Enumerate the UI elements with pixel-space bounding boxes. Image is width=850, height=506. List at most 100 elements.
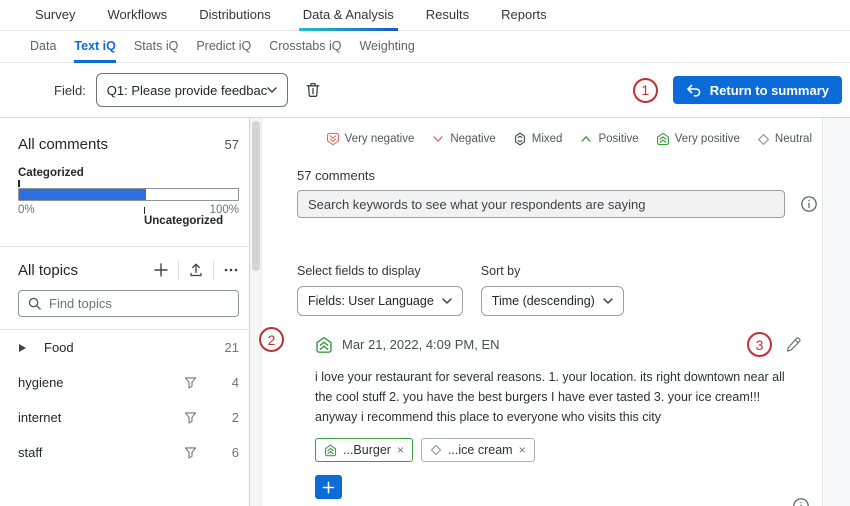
legend-positive: Positive: [579, 132, 638, 146]
edit-pencil-icon[interactable]: [785, 336, 802, 353]
chevron-down-icon: [442, 298, 452, 304]
legend-negative: Negative: [431, 132, 495, 146]
topic-row-hygiene[interactable]: hygiene 4: [0, 365, 249, 400]
tag-burger[interactable]: ...Burger ×: [315, 438, 413, 462]
tag-label: ...Burger: [343, 443, 391, 457]
nav-tab-distributions[interactable]: Distributions: [199, 0, 271, 31]
topic-name: internet: [18, 410, 183, 425]
topics-more-options-button[interactable]: [223, 262, 239, 278]
find-topics-input[interactable]: [49, 296, 230, 311]
legend-label: Positive: [598, 133, 638, 145]
subnav-tab-data[interactable]: Data: [30, 30, 56, 63]
sort-filter: Sort by Time (descending): [481, 264, 624, 316]
uncategorized-tick: [144, 207, 146, 214]
nav-tab-data-analysis[interactable]: Data & Analysis: [303, 0, 394, 31]
legend-mixed: Mixed: [513, 132, 563, 146]
topic-name: hygiene: [18, 375, 183, 390]
nav-tab-workflows[interactable]: Workflows: [107, 0, 167, 31]
icon-separator: [178, 261, 179, 279]
fields-dropdown-value: Fields: User Language: [308, 294, 434, 308]
trash-icon: [304, 81, 322, 99]
chevron-down-icon: [267, 87, 277, 93]
remove-tag-icon[interactable]: ×: [519, 443, 526, 457]
legend-neutral: Neutral: [757, 133, 812, 146]
neutral-icon: [757, 133, 770, 146]
sort-dropdown[interactable]: Time (descending): [481, 286, 624, 316]
topic-row-internet[interactable]: internet 2: [0, 400, 249, 435]
topic-count: 6: [217, 445, 239, 460]
return-button-label: Return to summary: [710, 83, 829, 98]
icon-separator: [213, 261, 214, 279]
right-scroll-gutter: [822, 118, 850, 506]
keyword-search-input[interactable]: [297, 190, 785, 218]
delete-field-button[interactable]: [304, 81, 322, 99]
search-icon: [27, 296, 42, 311]
categorized-tick: [18, 180, 20, 187]
info-icon[interactable]: [800, 195, 818, 213]
topic-name: staff: [18, 445, 183, 460]
subnav-tab-stats-iq[interactable]: Stats iQ: [134, 30, 178, 63]
very-positive-icon: [324, 444, 337, 457]
very-positive-sentiment-icon[interactable]: [315, 336, 333, 354]
uncategorized-label: Uncategorized: [144, 215, 223, 227]
comments-count: 57 comments: [297, 168, 822, 183]
add-topic-to-comment-button[interactable]: [315, 475, 342, 499]
positive-icon: [579, 132, 593, 146]
neutral-icon: [430, 444, 442, 456]
upload-icon: [188, 262, 204, 278]
legend-label: Very negative: [345, 133, 415, 145]
comment-text: i love your restaurant for several reaso…: [315, 368, 802, 427]
sort-dropdown-value: Time (descending): [492, 294, 595, 308]
scale-min: 0%: [18, 204, 35, 216]
topic-row-staff[interactable]: staff 6: [0, 435, 249, 470]
topics-sidebar: All comments 57 Categorized 0% 100%: [0, 118, 250, 506]
subnav-tab-text-iq[interactable]: Text iQ: [74, 30, 115, 63]
subnav-tab-weighting[interactable]: Weighting: [359, 30, 414, 63]
nav-tab-reports[interactable]: Reports: [501, 0, 547, 31]
info-icon[interactable]: [792, 497, 810, 506]
very-negative-icon: [326, 132, 340, 146]
return-to-summary-button[interactable]: Return to summary: [673, 76, 842, 104]
legend-label: Mixed: [532, 133, 563, 145]
nav-tab-survey[interactable]: Survey: [35, 0, 75, 31]
upload-topics-button[interactable]: [188, 262, 204, 278]
topic-row-food[interactable]: Food 21: [0, 330, 249, 365]
expand-caret-icon[interactable]: [18, 343, 44, 353]
uncategorized-marker: Uncategorized: [144, 207, 223, 227]
sidebar-scrollbar-track: [250, 118, 262, 506]
sidebar-divider: [0, 246, 249, 247]
subnav-tab-crosstabs-iq[interactable]: Crosstabs iQ: [269, 30, 341, 63]
select-fields-label: Select fields to display: [297, 264, 463, 278]
fields-filter: Select fields to display Fields: User La…: [297, 264, 463, 316]
categorized-label: Categorized: [18, 167, 239, 179]
sidebar-scrollbar-thumb[interactable]: [252, 121, 260, 271]
mixed-icon: [513, 132, 527, 146]
tag-ice-cream[interactable]: ...ice cream ×: [421, 438, 535, 462]
field-dropdown-value: Q1: Please provide feedback on your r: [107, 83, 267, 98]
categorization-bar-fill: [19, 189, 146, 200]
filter-funnel-icon[interactable]: [183, 445, 217, 460]
subnav-tab-predict-iq[interactable]: Predict iQ: [196, 30, 251, 63]
categorization-progress: Categorized 0% 100% Uncategorized: [18, 167, 239, 216]
field-dropdown[interactable]: Q1: Please provide feedback on your r: [96, 73, 288, 107]
plus-icon: [153, 262, 169, 278]
topic-count: 2: [217, 410, 239, 425]
very-positive-icon: [656, 132, 670, 146]
filter-funnel-icon[interactable]: [183, 410, 217, 425]
negative-icon: [431, 132, 445, 146]
topic-count: 21: [217, 340, 239, 355]
add-topic-button[interactable]: [153, 262, 169, 278]
remove-tag-icon[interactable]: ×: [397, 443, 404, 457]
all-comments-title: All comments: [18, 136, 108, 153]
legend-very-positive: Very positive: [656, 132, 740, 146]
ellipsis-icon: [223, 262, 239, 278]
nav-tab-results[interactable]: Results: [426, 0, 469, 31]
comment-tags: ...Burger × ...ice cream ×: [315, 438, 802, 462]
field-toolbar: Field: Q1: Please provide feedback on yo…: [0, 63, 850, 118]
return-arrow-icon: [686, 83, 702, 97]
tag-label: ...ice cream: [448, 443, 513, 457]
comments-panel: Very negative Negative Mixed: [262, 118, 822, 506]
sentiment-legend: Very negative Negative Mixed: [297, 132, 822, 146]
filter-funnel-icon[interactable]: [183, 375, 217, 390]
fields-dropdown[interactable]: Fields: User Language: [297, 286, 463, 316]
